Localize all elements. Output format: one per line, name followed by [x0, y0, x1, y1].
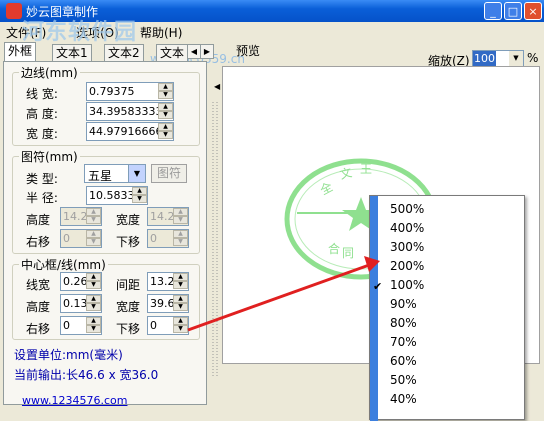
output-info: 当前输出:长46.6 x 宽36.0 [14, 368, 159, 382]
radius-input[interactable]: 10.5833 ▲ ▼ [86, 186, 148, 205]
border-height-input[interactable]: 34.39583333 ▲ ▼ [86, 102, 174, 121]
center-height-label: 高度 [26, 300, 51, 314]
zoom-option-400[interactable]: 400% [390, 221, 424, 235]
symbol-down-label: 下移 [116, 235, 141, 249]
center-right-label: 右移 [26, 322, 51, 336]
zoom-option-50[interactable]: 50% [390, 373, 417, 387]
zoom-menu: ✔ 500% 400% 300% 200% 100% 90% 80% 70% 6… [369, 195, 525, 421]
zoom-option-60[interactable]: 60% [390, 354, 417, 368]
zoom-select[interactable]: 100 ▼ [472, 50, 524, 67]
zoom-option-40[interactable]: 40% [390, 392, 417, 406]
symbol-width-label: 宽度 [116, 213, 141, 227]
symbol-button[interactable]: 图符 [151, 164, 187, 183]
splitter-handle[interactable] [210, 78, 220, 408]
center-width-label: 宽度 [116, 300, 141, 314]
preview-label: 预览 [236, 44, 261, 58]
symbol-right-input: 0 ▲ ▼ [60, 229, 102, 248]
minimize-button[interactable]: _ [484, 2, 502, 20]
tab-frame[interactable]: 外框 [4, 42, 37, 61]
center-down-input[interactable]: 0 ▲ ▼ [147, 316, 189, 335]
tab-scroll-left-icon[interactable]: ◀ [187, 44, 201, 59]
symbol-type-label: 类 型: [26, 172, 58, 186]
svg-text:文: 文 [338, 164, 353, 181]
symbol-right-label: 右移 [26, 235, 51, 249]
symbol-height-input: 14.2 ▲ ▼ [60, 207, 102, 226]
website-link[interactable]: www.1234576.com [22, 394, 127, 407]
check-icon: ✔ [373, 280, 383, 293]
tab-text2[interactable]: 文本2 [104, 44, 144, 61]
center-group-title: 中心框/线(mm) [21, 258, 106, 272]
border-width-label: 宽 度: [26, 127, 58, 141]
zoom-value: 100 [473, 51, 496, 66]
symbol-down-input: 0 ▲ ▼ [147, 229, 189, 248]
border-width-input[interactable]: 44.97916666 ▲ ▼ [86, 122, 174, 141]
center-line-width-input[interactable]: 0.26 ▲ ▼ [60, 272, 102, 291]
center-width-input[interactable]: 39.6 ▲ ▼ [147, 294, 189, 313]
center-down-label: 下移 [116, 322, 141, 336]
zoom-option-300[interactable]: 300% [390, 240, 424, 254]
zoom-option-500[interactable]: 500% [390, 202, 424, 216]
svg-text:合: 合 [328, 241, 340, 256]
line-width-label: 线 宽: [26, 87, 58, 101]
zoom-option-80[interactable]: 80% [390, 316, 417, 330]
radius-label: 半 径: [26, 191, 58, 205]
menu-sidebar [370, 196, 378, 421]
center-spacing-input[interactable]: 13.2 ▲ ▼ [147, 272, 189, 291]
svg-text:同: 同 [342, 246, 354, 260]
menu-help[interactable]: 帮助(H) [140, 24, 182, 41]
border-group-title: 边线(mm) [21, 66, 78, 80]
symbol-group-title: 图符(mm) [21, 150, 78, 164]
zoom-unit: % [527, 51, 539, 65]
symbol-type-select[interactable]: 五星 ▼ [84, 164, 146, 183]
tab-text3[interactable]: 文本 [156, 44, 188, 61]
symbol-height-label: 高度 [26, 213, 51, 227]
zoom-option-90[interactable]: 90% [390, 297, 417, 311]
center-spacing-label: 间距 [116, 278, 141, 292]
svg-text:全: 全 [317, 179, 335, 198]
maximize-button[interactable]: □ [504, 2, 522, 20]
center-height-input[interactable]: 0.13 ▲ ▼ [60, 294, 102, 313]
close-button[interactable]: × [524, 2, 542, 20]
app-icon [6, 3, 22, 19]
collapse-left-icon[interactable]: ◀ [214, 82, 220, 91]
border-height-label: 高 度: [26, 107, 58, 121]
line-width-input[interactable]: 0.79375 ▲ ▼ [86, 82, 174, 101]
tab-scroll-right-icon[interactable]: ▶ [200, 44, 214, 59]
chevron-down-icon[interactable]: ▼ [128, 165, 145, 182]
tab-text1[interactable]: 文本1 [52, 44, 92, 61]
zoom-option-200[interactable]: 200% [390, 259, 424, 273]
center-line-width-label: 线宽 [26, 278, 51, 292]
watermark-text: 河东软件园 [22, 20, 138, 45]
chevron-down-icon[interactable]: ▼ [509, 51, 523, 66]
svg-text:王: 王 [360, 162, 372, 176]
unit-info: 设置单位:mm(毫米) [14, 348, 123, 362]
zoom-option-70[interactable]: 70% [390, 335, 417, 349]
center-right-input[interactable]: 0 ▲ ▼ [60, 316, 102, 335]
symbol-width-input: 14.2 ▲ ▼ [147, 207, 189, 226]
zoom-option-100[interactable]: 100% [390, 278, 424, 292]
